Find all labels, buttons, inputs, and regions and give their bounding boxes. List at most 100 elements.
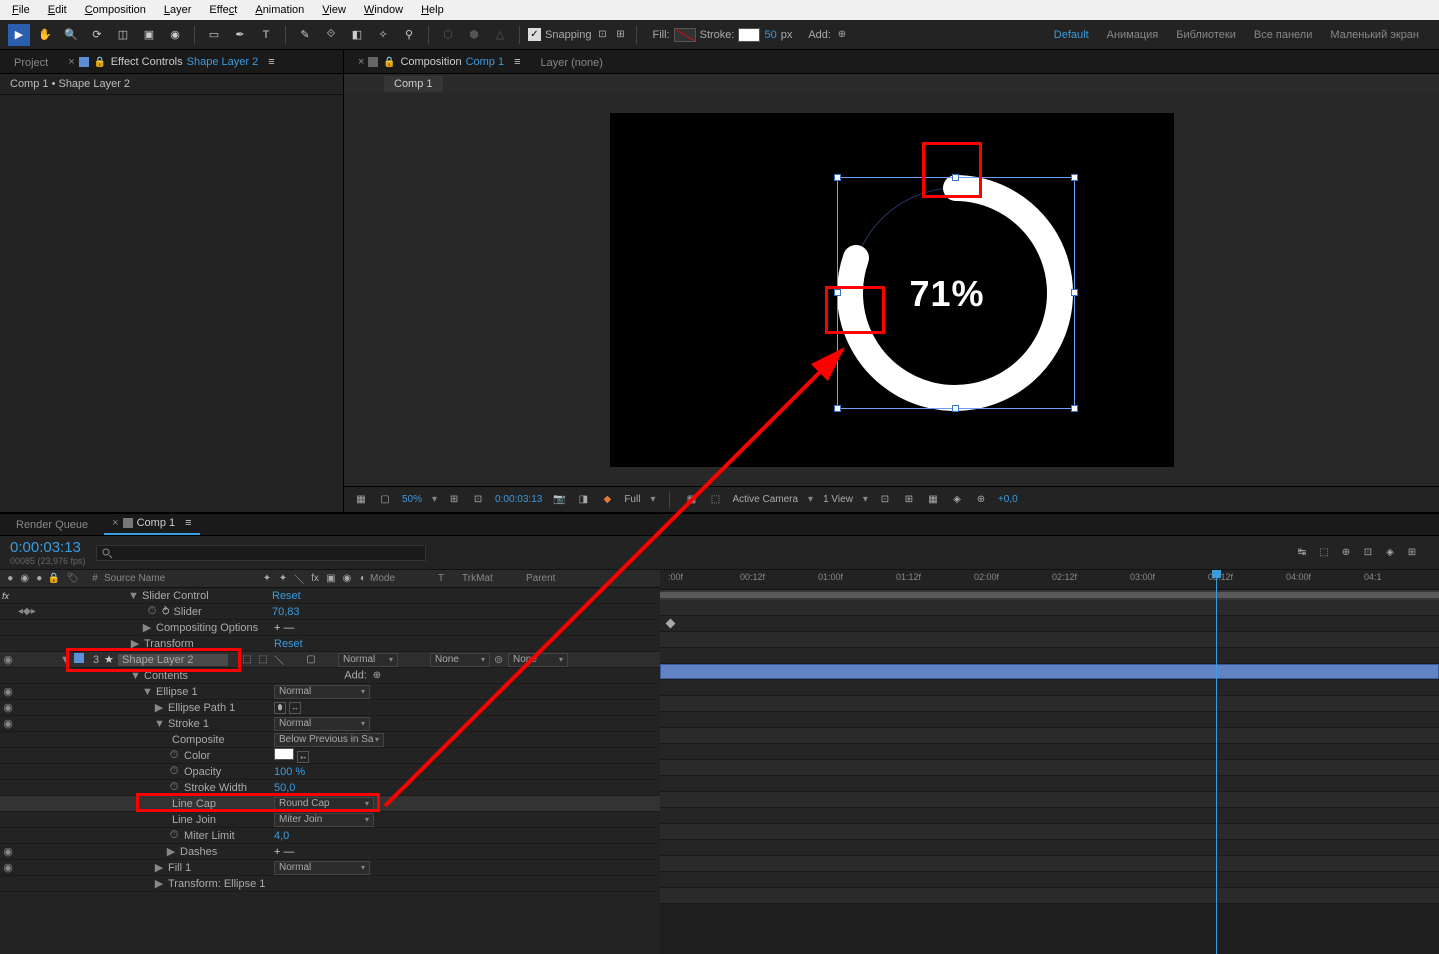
mesh2-icon[interactable]: ⬢ xyxy=(463,24,485,46)
col-source-name[interactable]: Source Name xyxy=(104,573,260,584)
miter-stopwatch[interactable]: ⏱ xyxy=(168,830,180,842)
puppet-tool-icon[interactable]: ⚲ xyxy=(398,24,420,46)
blend-mode-dd[interactable]: Normal xyxy=(338,653,398,667)
timeline-search-input[interactable] xyxy=(96,545,426,561)
prop-composite[interactable]: Composite xyxy=(172,734,225,746)
prop-ellipse-path[interactable]: Ellipse Path 1 xyxy=(168,702,235,714)
parent-dd[interactable]: None xyxy=(508,653,568,667)
clone-tool-icon[interactable]: ⟐ xyxy=(320,24,342,46)
col-lock-icon[interactable]: 🔒 xyxy=(48,572,61,586)
path-icon2[interactable]: ↔ xyxy=(289,702,301,714)
orbit-tool-icon[interactable]: ⟳ xyxy=(86,24,108,46)
zoom-value[interactable]: 50% xyxy=(402,494,422,505)
col-video-icon[interactable]: ● xyxy=(4,572,17,586)
col-parent[interactable]: Parent xyxy=(526,573,596,584)
fx-layer-name[interactable]: Shape Layer 2 xyxy=(187,56,259,68)
opacity-stopwatch[interactable]: ⏱ xyxy=(168,766,180,778)
timeline-comp-tab[interactable]: × Comp 1 ≡ xyxy=(104,513,199,535)
selection-tool-icon[interactable]: ▶ xyxy=(8,24,30,46)
reset-link[interactable]: Reset xyxy=(272,590,301,602)
zoom-tool-icon[interactable]: 🔍 xyxy=(60,24,82,46)
vis-stroke1[interactable]: ◉ xyxy=(0,717,16,730)
prop-slider-control[interactable]: Slider Control xyxy=(142,590,209,602)
composition-canvas[interactable]: 71% xyxy=(610,113,1174,467)
brush-tool-icon[interactable]: ✎ xyxy=(294,24,316,46)
prop-transform-ellipse[interactable]: Transform: Ellipse 1 xyxy=(168,878,265,890)
tl-icon-6[interactable]: ⊞ xyxy=(1405,546,1419,560)
layer-color-icon[interactable] xyxy=(74,653,84,663)
camera-tool-icon[interactable]: ▣ xyxy=(138,24,160,46)
vopt4-icon[interactable]: ◈ xyxy=(950,493,964,507)
guides-icon[interactable]: ⊡ xyxy=(471,493,485,507)
snapshot-icon[interactable]: 📷 xyxy=(552,493,566,507)
mesh-icon[interactable]: ⬡ xyxy=(437,24,459,46)
composition-tab[interactable]: × 🔒 Composition Comp 1 ≡ xyxy=(352,51,527,73)
lock-icon[interactable]: 🔒 xyxy=(382,55,396,69)
menu-help[interactable]: Help xyxy=(413,2,452,18)
col-solo-icon[interactable]: ● xyxy=(33,572,46,586)
visibility-toggle[interactable]: ◉ xyxy=(0,653,16,666)
vis-dashes[interactable]: ◉ xyxy=(0,845,16,858)
vis-ellipse[interactable]: ◉ xyxy=(0,685,16,698)
color-stopwatch[interactable]: ⏱ xyxy=(168,750,180,762)
layer-none-tab[interactable]: Layer (none) xyxy=(535,53,609,73)
fill-mode-dd[interactable]: Normal xyxy=(274,861,370,875)
render-queue-tab[interactable]: Render Queue xyxy=(8,515,96,535)
menu-layer[interactable]: Layer xyxy=(156,2,200,18)
menu-effect[interactable]: Effect xyxy=(201,2,245,18)
layer-row-3[interactable]: ◉ ▼ 3 ★ Shape Layer 2 ⬚⬚＼▢ Normal None ⊚… xyxy=(0,652,660,668)
resolution-dropdown[interactable]: Full xyxy=(624,494,640,505)
timeline-tracks[interactable]: :00f 00:12f 01:00f 01:12f 02:00f 02:12f … xyxy=(660,570,1439,954)
transparency-icon[interactable]: ▦ xyxy=(684,493,698,507)
snapping-toggle[interactable]: ✓ Snapping ⊡ ⊞ xyxy=(528,28,628,42)
timeline-timecode[interactable]: 0:00:03:13 xyxy=(10,539,86,556)
menu-composition[interactable]: Composition xyxy=(77,2,154,18)
prop-fill1[interactable]: Fill 1 xyxy=(168,862,191,874)
prop-miter-limit[interactable]: Miter Limit xyxy=(184,830,235,842)
add-button-icon[interactable]: ⊕ xyxy=(835,28,849,42)
view-count-dropdown[interactable]: 1 View xyxy=(823,494,853,505)
camera-dropdown[interactable]: Active Camera xyxy=(732,494,798,505)
rect-tool-icon[interactable]: ▭ xyxy=(203,24,225,46)
timeline-layer-outline[interactable]: ● ◉ ● 🔒 🏷 # Source Name ✦✦＼fx▣◉◐ Mode T … xyxy=(0,570,660,954)
prop-line-cap[interactable]: Line Cap xyxy=(172,798,216,810)
stroke-mode-dd[interactable]: Normal xyxy=(274,717,370,731)
pen-tool-icon[interactable]: ✒ xyxy=(229,24,251,46)
menu-file[interactable]: File xyxy=(4,2,38,18)
display-icon[interactable]: ▢ xyxy=(378,493,392,507)
prop-transform-1[interactable]: Transform xyxy=(144,638,194,650)
col-audio-icon[interactable]: ◉ xyxy=(19,572,32,586)
viewer-timecode[interactable]: 0:00:03:13 xyxy=(495,494,542,505)
comp-name[interactable]: Comp 1 xyxy=(466,56,505,68)
reset-link-2[interactable]: Reset xyxy=(274,638,303,650)
workspace-animation[interactable]: Анимация xyxy=(1107,29,1159,41)
prop-stroke1[interactable]: Stroke 1 xyxy=(168,718,209,730)
comp-inner-tab[interactable]: Comp 1 xyxy=(384,76,443,92)
3d-icon[interactable]: ⬚ xyxy=(708,493,722,507)
next-kf-icon[interactable]: ▸ xyxy=(31,606,36,617)
line-cap-dd[interactable]: Round Cap xyxy=(274,797,374,811)
project-tab[interactable]: Project xyxy=(8,53,54,73)
vopt3-icon[interactable]: ▦ xyxy=(926,493,940,507)
selection-bbox[interactable] xyxy=(837,177,1075,409)
fill-swatch[interactable] xyxy=(674,28,696,42)
layer-bar[interactable] xyxy=(660,664,1439,679)
snap-opt1-icon[interactable]: ⊡ xyxy=(596,28,610,42)
prop-stroke-width[interactable]: Stroke Width xyxy=(184,782,247,794)
eraser-tool-icon[interactable]: ◧ xyxy=(346,24,368,46)
tl-icon-3[interactable]: ⊕ xyxy=(1339,546,1353,560)
playhead[interactable] xyxy=(1216,570,1217,954)
exposure-value[interactable]: +0,0 xyxy=(998,494,1018,505)
vopt2-icon[interactable]: ⊞ xyxy=(902,493,916,507)
stroke-width-prop-value[interactable]: 50,0 xyxy=(274,782,295,794)
trkmat-dd[interactable]: None xyxy=(430,653,490,667)
workspace-libraries[interactable]: Библиотеки xyxy=(1176,29,1236,41)
prop-slider[interactable]: Slider xyxy=(174,606,202,618)
workspace-default[interactable]: Default xyxy=(1054,29,1089,41)
menu-window[interactable]: Window xyxy=(356,2,411,18)
tl-icon-2[interactable]: ⬚ xyxy=(1317,546,1331,560)
vis-ellipse-path[interactable]: ◉ xyxy=(0,701,16,714)
mesh3-icon[interactable]: △ xyxy=(489,24,511,46)
prop-color[interactable]: Color xyxy=(184,750,210,762)
path-icon[interactable]: ⬮ xyxy=(274,702,286,714)
